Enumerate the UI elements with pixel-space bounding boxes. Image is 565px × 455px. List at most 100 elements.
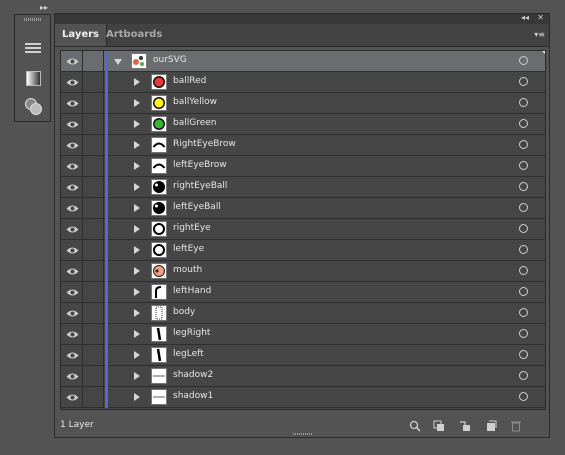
locate-object-icon[interactable] (409, 420, 421, 432)
delete-layer-icon[interactable] (510, 420, 522, 432)
disclosure-triangle-icon[interactable] (134, 141, 140, 149)
eye-icon[interactable] (65, 181, 79, 193)
layer-row[interactable]: ballYellow (61, 93, 545, 114)
disclosure-triangle-icon[interactable] (134, 267, 140, 275)
eye-icon[interactable] (65, 286, 79, 298)
disclosure-triangle-icon[interactable] (134, 204, 140, 212)
eye-icon[interactable] (65, 118, 79, 130)
target-circle-icon[interactable] (519, 350, 528, 359)
target-circle-icon[interactable] (519, 77, 528, 86)
eye-icon[interactable] (65, 223, 79, 235)
layer-name[interactable]: legLeft (173, 349, 204, 359)
target-circle-icon[interactable] (519, 161, 528, 170)
layer-row[interactable]: leftEye (61, 240, 545, 261)
target-circle-icon[interactable] (519, 98, 528, 107)
target-circle-icon[interactable] (519, 329, 528, 338)
target-circle-icon[interactable] (519, 266, 528, 275)
panel-titlebar[interactable]: ◂◂ ✕ (55, 13, 549, 24)
layer-row[interactable]: ballRed (61, 72, 545, 93)
layer-row[interactable]: ballGreen (61, 114, 545, 135)
disclosure-triangle-icon[interactable] (134, 393, 140, 401)
layer-row[interactable]: RightEyeBrow (61, 135, 545, 156)
layer-row[interactable]: legRight (61, 324, 545, 345)
layer-name[interactable]: leftHand (173, 286, 211, 296)
layer-name[interactable]: shadow1 (173, 391, 213, 401)
create-sublayer-icon[interactable] (459, 420, 471, 432)
target-circle-icon[interactable] (519, 203, 528, 212)
disclosure-triangle-icon[interactable] (134, 351, 140, 359)
eye-icon[interactable] (65, 244, 79, 256)
layer-name[interactable]: RightEyeBrow (173, 139, 236, 149)
target-circle-icon[interactable] (519, 392, 528, 401)
disclosure-triangle-icon[interactable] (134, 309, 140, 317)
eye-icon[interactable] (65, 55, 79, 67)
collapse-panel-icon[interactable]: ◂◂ (521, 13, 529, 22)
disclosure-triangle-icon[interactable] (134, 99, 140, 107)
make-clipping-mask-icon[interactable] (433, 420, 445, 432)
eye-icon[interactable] (65, 202, 79, 214)
layer-name[interactable]: shadow2 (173, 370, 213, 380)
eye-icon[interactable] (65, 307, 79, 319)
expand-panels-icon[interactable]: ▸▸ (40, 3, 48, 12)
layer-row[interactable]: shadow2 (61, 366, 545, 387)
layer-name[interactable]: ballRed (173, 76, 206, 86)
eye-icon[interactable] (65, 328, 79, 340)
eye-icon[interactable] (65, 265, 79, 277)
target-circle-icon[interactable] (519, 119, 528, 128)
layer-row[interactable]: rightEyeBall (61, 177, 545, 198)
layer-row[interactable]: leftEyeBall (61, 198, 545, 219)
eye-icon[interactable] (65, 349, 79, 361)
disclosure-triangle-icon[interactable] (134, 330, 140, 338)
close-icon[interactable]: ✕ (537, 13, 544, 22)
layer-name[interactable]: legRight (173, 328, 210, 338)
layer-row[interactable]: rightEye (61, 219, 545, 240)
target-circle-icon[interactable] (519, 245, 528, 254)
target-circle-icon[interactable] (519, 224, 528, 233)
create-new-layer-icon[interactable] (485, 420, 497, 432)
layer-row[interactable]: mouth (61, 261, 545, 282)
layer-row[interactable]: shadow1 (61, 387, 545, 408)
eye-icon[interactable] (65, 391, 79, 403)
strip-grip[interactable] (24, 18, 42, 21)
layer-name[interactable]: rightEye (173, 223, 211, 233)
layer-row[interactable]: legLeft (61, 345, 545, 366)
eye-icon[interactable] (65, 76, 79, 88)
layer-name[interactable]: leftEyeBall (173, 202, 221, 212)
target-circle-icon[interactable] (519, 182, 528, 191)
menu-lines-icon[interactable] (23, 39, 43, 57)
gradient-panel-icon[interactable] (23, 69, 43, 87)
target-circle-icon[interactable] (519, 287, 528, 296)
panel-menu-icon[interactable]: ▾≡ (534, 30, 545, 39)
target-circle-icon[interactable] (519, 56, 528, 65)
layer-name[interactable]: rightEyeBall (173, 181, 227, 191)
target-circle-icon[interactable] (519, 308, 528, 317)
eye-icon[interactable] (65, 97, 79, 109)
tab-artboards[interactable]: Artboards (99, 24, 169, 46)
layer-name[interactable]: body (173, 307, 195, 317)
transparency-panel-icon[interactable] (23, 97, 43, 115)
resize-grip[interactable] (293, 433, 313, 435)
layer-name[interactable]: leftEye (173, 244, 204, 254)
disclosure-triangle-icon[interactable] (114, 59, 122, 65)
layer-row[interactable]: leftEyeBrow (61, 156, 545, 177)
disclosure-triangle-icon[interactable] (134, 120, 140, 128)
layer-name[interactable]: ballYellow (173, 97, 217, 107)
layer-row[interactable]: leftHand (61, 282, 545, 303)
disclosure-triangle-icon[interactable] (134, 225, 140, 233)
eye-icon[interactable] (65, 160, 79, 172)
disclosure-triangle-icon[interactable] (134, 162, 140, 170)
eye-icon[interactable] (65, 370, 79, 382)
layer-name[interactable]: leftEyeBrow (173, 160, 227, 170)
target-circle-icon[interactable] (519, 140, 528, 149)
layers-list[interactable]: ourSVG ballRed ballYellow ballGreen RightEy… (60, 50, 546, 410)
layer-name[interactable]: ourSVG (153, 55, 187, 65)
target-circle-icon[interactable] (519, 371, 528, 380)
layer-name[interactable]: mouth (173, 265, 202, 275)
disclosure-triangle-icon[interactable] (134, 372, 140, 380)
layer-row-parent[interactable]: ourSVG (61, 51, 545, 72)
layer-row[interactable]: body (61, 303, 545, 324)
disclosure-triangle-icon[interactable] (134, 288, 140, 296)
layer-name[interactable]: ballGreen (173, 118, 216, 128)
disclosure-triangle-icon[interactable] (134, 78, 140, 86)
disclosure-triangle-icon[interactable] (134, 246, 140, 254)
